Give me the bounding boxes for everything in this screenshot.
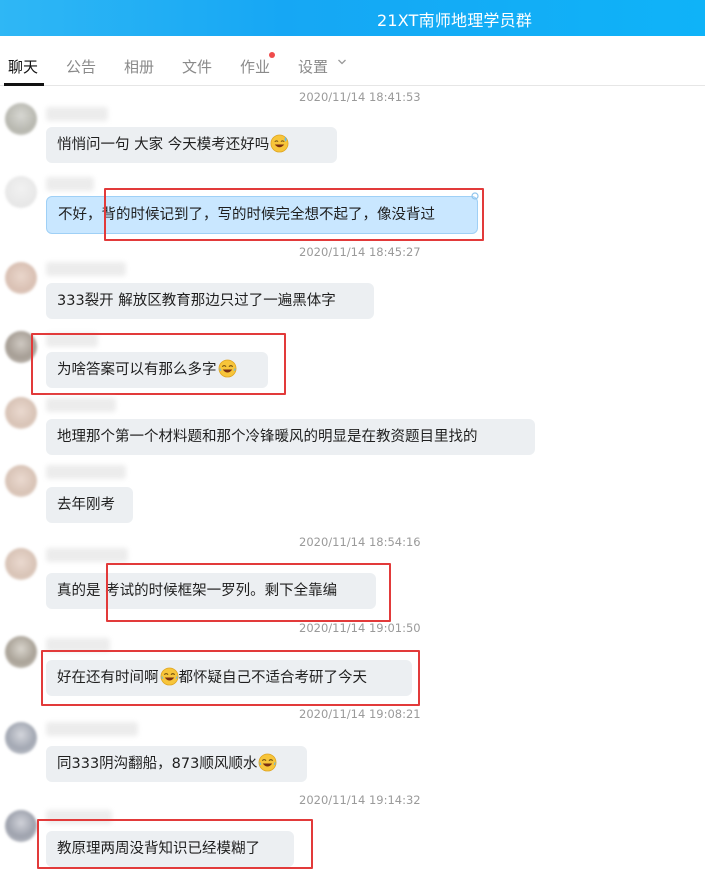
chevron-down-icon[interactable] [337,57,347,67]
avatar[interactable] [5,722,37,754]
avatar[interactable] [5,103,37,135]
tab-chat[interactable]: 聊天 [8,56,38,77]
message-bubble[interactable]: 教原理两周没背知识已经模糊了 [46,831,294,867]
tears-of-joy-emoji-icon [160,667,178,686]
sender-name-redacted [46,465,126,479]
sender-name-redacted [46,177,94,191]
message-text: 同333阴沟翻船，873顺风顺水 [57,756,258,772]
homework-notification-dot [269,52,275,58]
avatar[interactable] [5,810,37,842]
message-text: 地理那个第一个材料题和那个冷锋暖风的明显是在教资题目里找的 [57,429,478,445]
message-bubble[interactable]: 去年刚考 [46,487,133,523]
sender-name-redacted [46,333,98,347]
avatar[interactable] [5,262,37,294]
message-bubble[interactable]: 为啥答案可以有那么多字 [46,352,268,388]
message-timestamp: 2020/11/14 18:45:27 [299,245,421,259]
message-text: 教原理两周没背知识已经模糊了 [57,841,260,857]
avatar[interactable] [5,331,37,363]
sender-name-redacted [46,107,108,121]
message-bubble-self[interactable]: 不好，背的时候记到了，写的时候完全想不起了，像没背过 [46,196,478,234]
avatar[interactable] [5,465,37,497]
sender-name-redacted [46,398,116,412]
message-bubble[interactable]: 地理那个第一个材料题和那个冷锋暖风的明显是在教资题目里找的 [46,419,535,455]
message-timestamp: 2020/11/14 19:08:21 [299,707,421,721]
message-text: 333裂开 解放区教育那边只过了一遍黑体字 [57,293,336,309]
title-bar: 21XT南师地理学员群 [0,0,705,36]
message-bubble[interactable]: 好在还有时间啊 都怀疑自己不适合考研了今天 [46,660,412,696]
avatar[interactable] [5,548,37,580]
message-timestamp: 2020/11/14 19:14:32 [299,793,421,807]
message-text: 真的是 考试的时候框架一罗列。剩下全靠编 [57,583,338,599]
tab-album[interactable]: 相册 [124,56,154,77]
tears-of-joy-emoji-icon [218,359,236,378]
tab-announcement[interactable]: 公告 [66,56,96,77]
sender-name-redacted [46,548,128,562]
bubble-corner-icon [471,192,479,200]
message-text: 好在还有时间啊 [57,670,159,686]
message-bubble[interactable]: 同333阴沟翻船，873顺风顺水 [46,746,307,782]
active-tab-indicator [4,83,44,86]
tab-homework[interactable]: 作业 [240,56,270,77]
sender-name-redacted [46,638,110,652]
avatar[interactable] [5,636,37,668]
message-text-continued: 都怀疑自己不适合考研了今天 [178,670,368,686]
tab-files[interactable]: 文件 [182,56,212,77]
sender-name-redacted [46,810,112,824]
avatar[interactable] [5,176,37,208]
sender-name-redacted [46,722,138,736]
tab-bar: 聊天 公告 相册 文件 作业 设置 [0,36,705,86]
message-text: 为啥答案可以有那么多字 [57,362,217,378]
tab-settings[interactable]: 设置 [298,56,328,77]
message-timestamp: 2020/11/14 18:54:16 [299,535,421,549]
message-text: 去年刚考 [57,497,115,513]
message-timestamp: 2020/11/14 18:41:53 [299,90,421,104]
message-text: 悄悄问一句 大家 今天模考还好吗 [57,137,270,153]
tears-of-joy-emoji-icon [258,753,277,772]
sender-name-redacted [46,262,126,276]
message-bubble[interactable]: 333裂开 解放区教育那边只过了一遍黑体字 [46,283,374,319]
message-bubble[interactable]: 悄悄问一句 大家 今天模考还好吗 [46,127,337,163]
message-bubble[interactable]: 真的是 考试的时候框架一罗列。剩下全靠编 [46,573,376,609]
avatar[interactable] [5,397,37,429]
message-text: 不好，背的时候记到了，写的时候完全想不起了，像没背过 [58,207,435,223]
window-title: 21XT南师地理学员群 [377,11,533,30]
laugh-sweat-emoji-icon [270,134,289,153]
message-timestamp: 2020/11/14 19:01:50 [299,621,421,635]
